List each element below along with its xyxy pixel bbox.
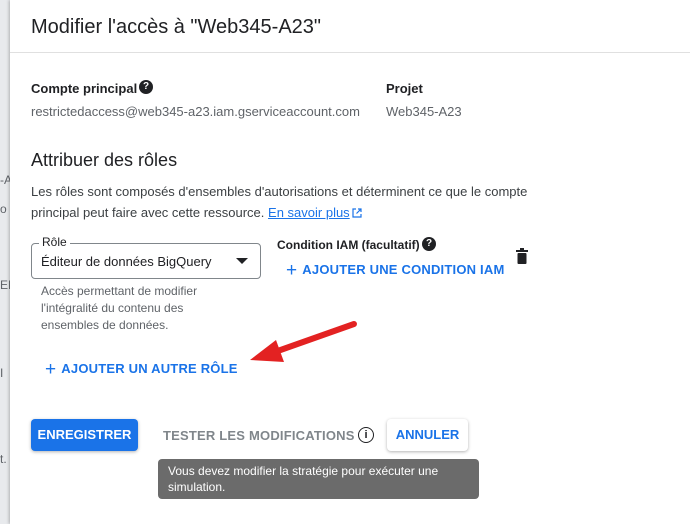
cancel-button[interactable]: ANNULER — [387, 419, 468, 451]
info-icon[interactable]: i — [358, 427, 374, 443]
principal-value: restrictedaccess@web345-a23.iam.gservice… — [31, 104, 360, 119]
add-condition-button[interactable]: + AJOUTER UNE CONDITION IAM — [286, 260, 504, 282]
role-hint: Accès permettant de modifier l'intégrali… — [41, 284, 198, 332]
project-label: Projet — [386, 81, 423, 96]
plus-icon: + — [45, 359, 57, 380]
edit-access-panel: Modifier l'accès à "Web345-A23" Compte p… — [10, 0, 690, 524]
annotation-arrow — [250, 321, 357, 362]
background-text-fragment: -A — [0, 173, 10, 187]
principal-label: Compte principal — [31, 81, 138, 96]
background-page: -A o EI I t. — [0, 0, 10, 524]
external-link-icon[interactable] — [352, 208, 362, 218]
background-text-fragment: I — [0, 366, 4, 380]
project-value: Web345-A23 — [386, 104, 462, 119]
test-changes-button[interactable]: TESTER LES MODIFICATIONS — [163, 428, 355, 443]
background-text-fragment: o — [0, 202, 7, 216]
plus-icon: + — [286, 260, 298, 281]
roles-heading: Attribuer des rôles — [31, 150, 178, 170]
role-select-label: Rôle — [39, 235, 70, 249]
role-select-value: Éditeur de données BigQuery — [41, 254, 212, 269]
page-title: Modifier l'accès à "Web345-A23" — [31, 16, 322, 38]
add-another-role-button[interactable]: + AJOUTER UN AUTRE RÔLE — [45, 359, 238, 381]
trash-icon[interactable] — [516, 248, 528, 264]
background-text-fragment: t. — [0, 452, 7, 466]
save-button[interactable]: ENREGISTRER — [31, 419, 138, 451]
help-circle-icon[interactable]: ? — [422, 237, 436, 251]
panel-header: Modifier l'accès à "Web345-A23" — [10, 0, 690, 53]
simulation-tooltip: Vous devez modifier la stratégie pour ex… — [158, 459, 479, 499]
learn-more-link[interactable]: En savoir plus — [268, 205, 350, 220]
help-circle-icon[interactable]: ? — [139, 80, 153, 94]
caret-down-icon — [236, 258, 248, 264]
background-text-fragment: EI — [0, 278, 10, 292]
role-select[interactable]: Rôle Éditeur de données BigQuery — [31, 235, 261, 279]
condition-label: Condition IAM (facultatif) — [277, 238, 420, 252]
roles-description: Les rôles sont composés d'ensembles d'au… — [31, 181, 551, 223]
